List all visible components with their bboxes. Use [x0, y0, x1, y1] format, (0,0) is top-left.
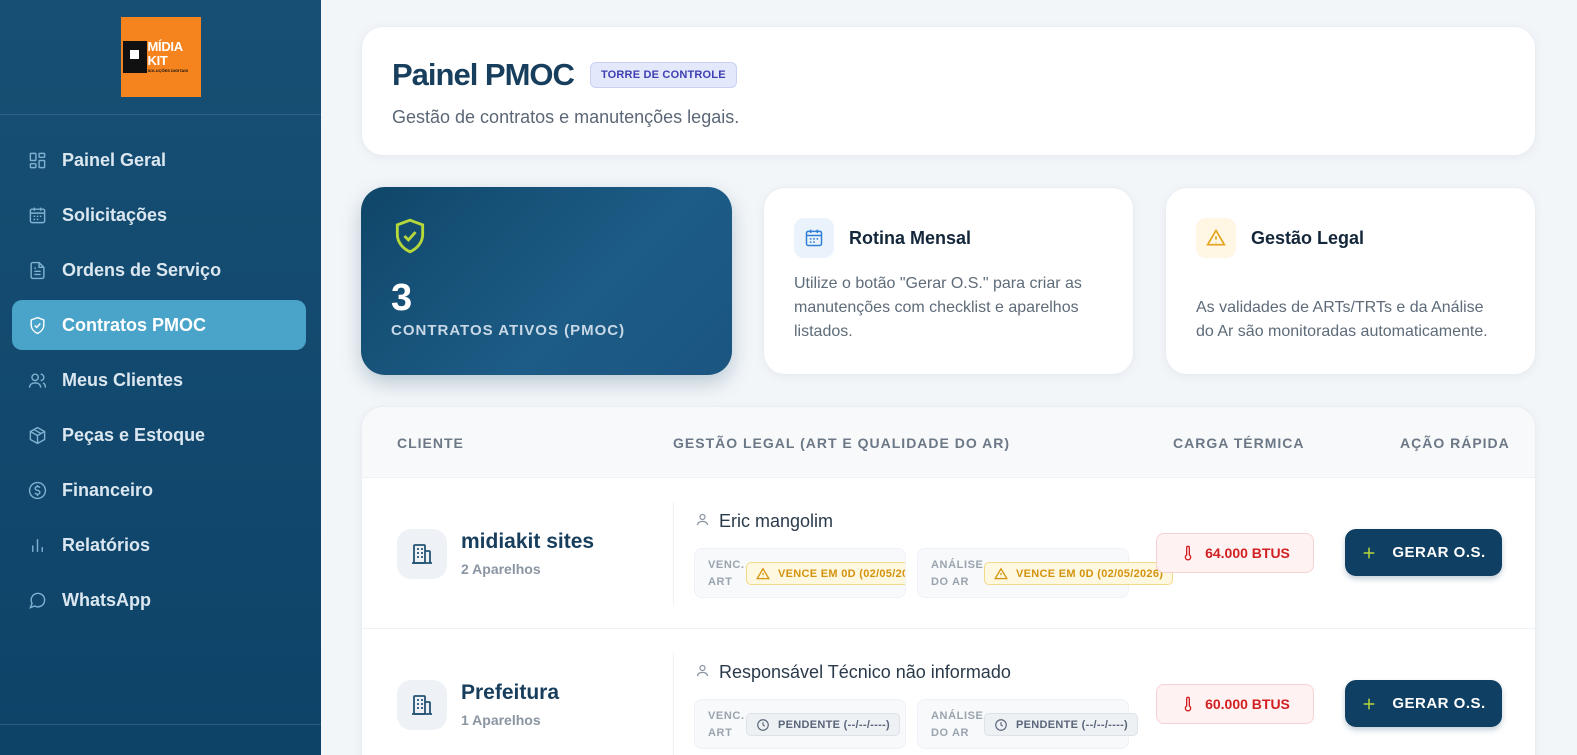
- user-icon: [695, 511, 719, 532]
- plus-icon: [1363, 547, 1375, 558]
- document-icon: [26, 259, 48, 281]
- client-name[interactable]: midiakit sites: [461, 530, 594, 554]
- art-status-pill: VENCE EM 0D (02/05/2026): [746, 562, 905, 585]
- thermal-load-badge: 60.000 BTUS: [1156, 684, 1314, 724]
- air-analysis-status-pill: VENCE EM 0D (02/05/2026): [984, 562, 1174, 585]
- legal-management-card: Gestão Legal As validades de ARTs/TRTs e…: [1165, 187, 1536, 375]
- sidebar-item-whatsapp[interactable]: WhatsApp: [12, 575, 306, 625]
- info-card-title: Rotina Mensal: [849, 227, 972, 248]
- table-row: midiakit sites 2 Aparelhos Eric mangolim…: [362, 478, 1535, 629]
- art-label: VENC. ART: [708, 710, 745, 739]
- chat-icon: [26, 589, 48, 611]
- active-contracts-count: 3: [391, 277, 413, 319]
- air-analysis-status-pill: PENDENTE (--/--/----): [984, 713, 1138, 736]
- device-count: 2 Aparelhos: [461, 561, 541, 577]
- art-status-pill: PENDENTE (--/--/----): [746, 713, 900, 736]
- sidebar-nav: Painel Geral Solicitações Ordens de Serv…: [12, 135, 306, 630]
- responsible-name: Eric mangolim: [719, 511, 834, 531]
- header-badge: TORRE DE CONTROLE: [589, 62, 737, 88]
- building-icon: [397, 529, 447, 579]
- column-header-thermal-load: CARGA TÉRMICA: [1173, 435, 1305, 451]
- info-card-text: As validades de ARTs/TRTs e da Análise d…: [1196, 299, 1488, 340]
- calendar-icon: [794, 218, 834, 258]
- sidebar-item-solicitacoes[interactable]: Solicitações: [12, 190, 306, 240]
- column-header-client: CLIENTE: [397, 435, 464, 451]
- sidebar-item-label: Ordens de Serviço: [62, 259, 222, 280]
- client-name[interactable]: Prefeitura: [461, 681, 559, 705]
- sidebar: MÍDIA KIT SOLUÇÕES DIGITAIS Painel Geral…: [0, 0, 321, 755]
- column-header-legal: GESTÃO LEGAL (ART E QUALIDADE DO AR): [673, 435, 1010, 451]
- thermometer-icon: [1184, 545, 1192, 561]
- clock-icon: [995, 718, 1007, 731]
- package-icon: [26, 424, 48, 446]
- page-subtitle: Gestão de contratos e manutenções legais…: [392, 107, 740, 127]
- responsible-name: Responsável Técnico não informado: [719, 662, 1011, 682]
- sidebar-item-ordens-servico[interactable]: Ordens de Serviço: [12, 245, 306, 295]
- shield-check-icon: [391, 217, 429, 255]
- contracts-table: CLIENTE GESTÃO LEGAL (ART E QUALIDADE DO…: [361, 406, 1536, 755]
- page-header: Painel PMOC TORRE DE CONTROLE Gestão de …: [361, 26, 1536, 156]
- sidebar-item-label: Meus Clientes: [62, 369, 184, 390]
- air-analysis-label: ANÁLISE DO AR: [931, 710, 984, 739]
- air-analysis-label: ANÁLISE DO AR: [931, 559, 984, 588]
- sidebar-item-label: Solicitações: [62, 204, 168, 225]
- active-contracts-card: 3 CONTRATOS ATIVOS (PMOC): [361, 187, 732, 375]
- technical-responsible: Eric mangolim: [695, 511, 833, 532]
- sidebar-item-label: Contratos PMOC: [62, 314, 206, 335]
- logo-area: MÍDIA KIT SOLUÇÕES DIGITAIS: [0, 0, 321, 115]
- thermometer-icon: [1184, 696, 1192, 712]
- thermal-load-badge: 64.000 BTUS: [1156, 533, 1314, 573]
- generate-os-button[interactable]: GERAR O.S.: [1345, 529, 1502, 576]
- art-label: VENC. ART: [708, 559, 745, 588]
- building-icon: [397, 680, 447, 730]
- sidebar-footer-divider: [0, 724, 321, 725]
- sidebar-item-painel-geral[interactable]: Painel Geral: [12, 135, 306, 185]
- sidebar-item-label: WhatsApp: [62, 589, 151, 610]
- generate-os-button[interactable]: GERAR O.S.: [1345, 680, 1502, 727]
- sidebar-item-label: Financeiro: [62, 479, 154, 500]
- plus-icon: [1363, 698, 1375, 709]
- info-card-text: Utilize o botão "Gerar O.S." para criar …: [794, 275, 1082, 340]
- sidebar-item-contratos-pmoc[interactable]: Contratos PMOC: [12, 300, 306, 350]
- logo-line1: MÍDIA: [147, 39, 184, 54]
- sidebar-item-meus-clientes[interactable]: Meus Clientes: [12, 355, 306, 405]
- bar-chart-icon: [26, 534, 48, 556]
- warning-icon: [756, 566, 770, 579]
- clock-icon: [757, 718, 769, 731]
- sidebar-item-label: Painel Geral: [62, 149, 167, 170]
- sidebar-item-label: Relatórios: [62, 534, 151, 555]
- logo-line2: KIT: [147, 53, 168, 68]
- warning-icon: [1196, 218, 1236, 258]
- table-header: CLIENTE GESTÃO LEGAL (ART E QUALIDADE DO…: [362, 407, 1535, 478]
- info-card-title: Gestão Legal: [1251, 227, 1365, 248]
- sidebar-item-label: Peças e Estoque: [62, 424, 206, 445]
- dashboard-icon: [26, 149, 48, 171]
- sidebar-item-pecas-estoque[interactable]: Peças e Estoque: [12, 410, 306, 460]
- shield-check-icon: [26, 314, 48, 336]
- sidebar-item-relatorios[interactable]: Relatórios: [12, 520, 306, 570]
- user-icon: [695, 662, 719, 683]
- dollar-icon: [26, 479, 48, 501]
- table-row: Prefeitura 1 Aparelhos Responsável Técni…: [362, 629, 1535, 755]
- art-expiry-box: VENC. ART PENDENTE (--/--/----): [694, 699, 906, 749]
- company-logo[interactable]: MÍDIA KIT SOLUÇÕES DIGITAIS: [120, 17, 201, 97]
- active-contracts-label: CONTRATOS ATIVOS (PMOC): [391, 322, 626, 339]
- sidebar-item-financeiro[interactable]: Financeiro: [12, 465, 306, 515]
- air-analysis-box: ANÁLISE DO AR VENCE EM 0D (02/05/2026): [917, 548, 1174, 598]
- art-expiry-box: VENC.ART VENCE EM 0D (02/05/2026): [694, 548, 906, 598]
- air-analysis-box: ANÁLISE DO AR PENDENTE (--/--/----): [917, 699, 1138, 749]
- device-count: 1 Aparelhos: [461, 712, 541, 728]
- logo-tagline: SOLUÇÕES DIGITAIS: [147, 68, 189, 73]
- column-header-quick-action: AÇÃO RÁPIDA: [1400, 435, 1510, 451]
- page-title: Painel PMOC: [392, 57, 575, 92]
- technical-responsible: Responsável Técnico não informado: [695, 662, 1011, 683]
- calendar-icon: [26, 204, 48, 226]
- warning-icon: [994, 566, 1008, 579]
- monthly-routine-card: Rotina Mensal Utilize o botão "Gerar O.S…: [763, 187, 1134, 375]
- users-icon: [26, 369, 48, 391]
